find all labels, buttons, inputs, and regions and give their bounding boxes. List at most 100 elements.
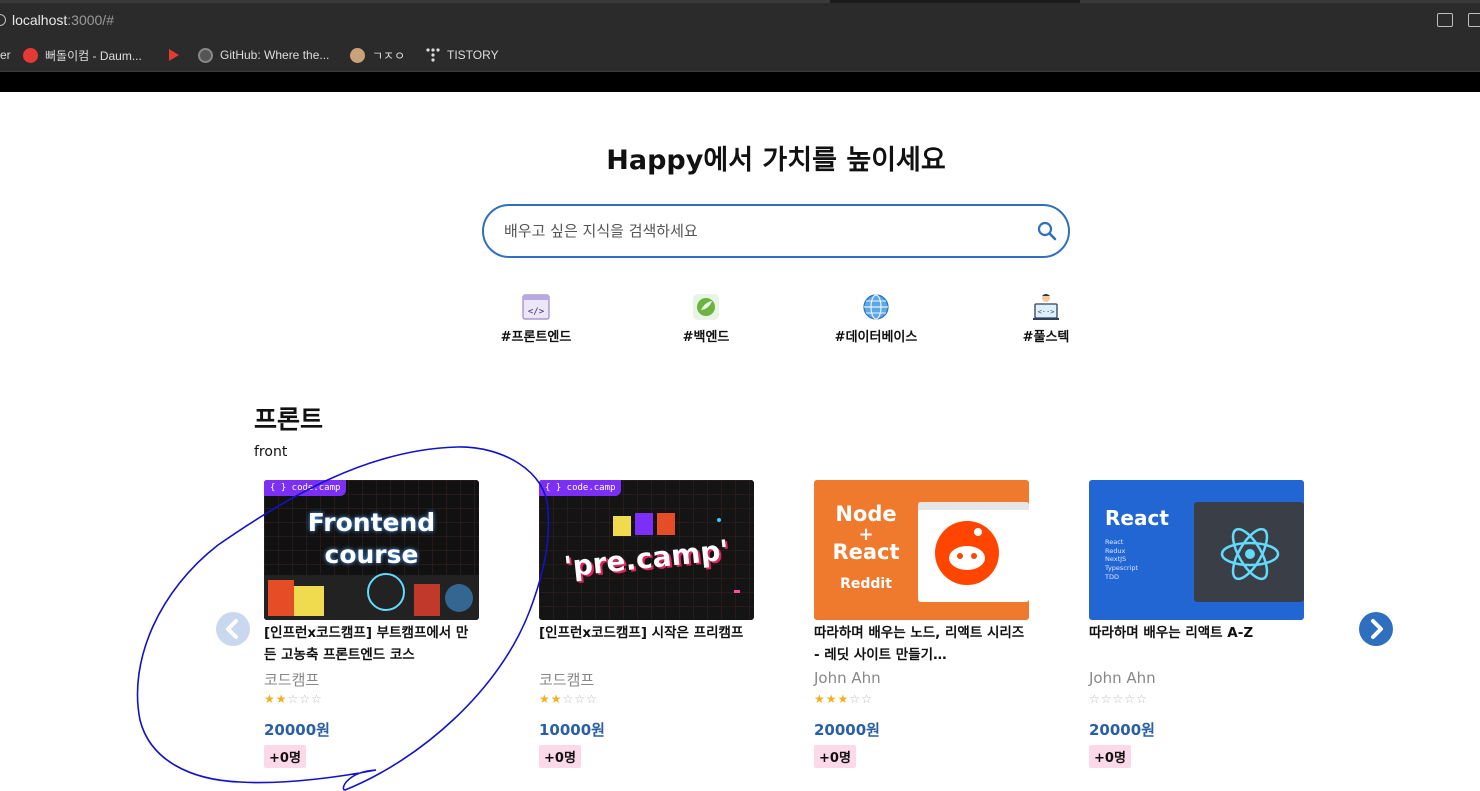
star-empty-icon: ☆ bbox=[287, 692, 300, 706]
page-top-bar bbox=[0, 72, 1480, 92]
course-title[interactable]: 따라하며 배우는 노드, 리액트 시리즈 - 레딧 사이트 만들기… bbox=[814, 622, 1029, 666]
bookmark-item[interactable]: ㄱㅈㅇ bbox=[350, 46, 405, 64]
bookmark-label: ㄱㅈㅇ bbox=[372, 48, 406, 63]
thumbnail-topic-list: React Redux NextJS Typescript TDD bbox=[1105, 538, 1138, 582]
bookmarks-bar: er 뻐돌이컴 - Daum... GitHub: Where the... ㄱ… bbox=[0, 38, 1480, 72]
topic-item: TDD bbox=[1105, 572, 1119, 581]
globe-icon bbox=[863, 294, 889, 320]
star-filled-icon: ★ bbox=[275, 692, 288, 706]
youtube-play-icon bbox=[169, 49, 179, 61]
student-count-badge: +0명 bbox=[264, 745, 306, 768]
daum-icon bbox=[23, 47, 38, 63]
github-icon bbox=[198, 47, 213, 63]
page-title: Happy에서 가치를 높이세요 bbox=[606, 145, 946, 176]
tistory-icon bbox=[426, 48, 440, 62]
category-label: #백엔드 bbox=[682, 330, 730, 345]
course-thumbnail[interactable]: Node + React Reddit bbox=[814, 480, 1029, 620]
browser-tab[interactable] bbox=[0, 0, 830, 3]
course-thumbnail[interactable]: { } code.camp Frontend course bbox=[264, 480, 479, 620]
svg-text:</>: </> bbox=[528, 307, 545, 317]
star-empty-icon: ☆ bbox=[849, 692, 862, 706]
star-filled-icon: ★ bbox=[814, 692, 826, 706]
star-empty-icon: ☆ bbox=[311, 692, 323, 706]
category-label: #풀스텍 bbox=[1022, 330, 1070, 345]
bookmark-label: GitHub: Where the... bbox=[220, 48, 330, 62]
course-card[interactable]: { } code.camp 'pre.camp' [인프런x코드캠프] 시작은 … bbox=[539, 480, 754, 768]
star-filled-icon: ★ bbox=[550, 692, 563, 706]
url-host: localhost bbox=[12, 12, 68, 28]
course-price: 20000원 bbox=[264, 721, 330, 739]
search-input[interactable] bbox=[504, 206, 1024, 256]
browser-tab[interactable] bbox=[1080, 0, 1480, 3]
course-thumbnail[interactable]: React React Redux NextJS Typescript TDD bbox=[1089, 480, 1304, 620]
rating-stars: ★★☆☆☆ bbox=[539, 692, 754, 710]
star-empty-icon: ☆ bbox=[1112, 692, 1125, 706]
course-price: 20000원 bbox=[1089, 721, 1155, 739]
search-icon[interactable] bbox=[1036, 220, 1058, 242]
chevron-left-icon bbox=[226, 619, 238, 639]
carousel-prev-button[interactable] bbox=[216, 612, 250, 646]
star-empty-icon: ☆ bbox=[586, 692, 598, 706]
browser-mockup bbox=[918, 502, 1029, 602]
course-title[interactable]: [인프런x코드캠프] 시작은 프리캠프 bbox=[539, 622, 754, 666]
category-label: #데이터베이스 bbox=[834, 330, 918, 345]
course-card[interactable]: React React Redux NextJS Typescript TDD … bbox=[1089, 480, 1304, 768]
student-count-badge: +0명 bbox=[1089, 745, 1131, 768]
translate-icon[interactable] bbox=[1437, 13, 1453, 27]
thumbnail-text-line2: React bbox=[832, 540, 900, 564]
site-info-icon[interactable] bbox=[0, 14, 6, 26]
star-filled-icon: ★ bbox=[837, 692, 850, 706]
star-empty-icon: ☆ bbox=[1100, 692, 1113, 706]
tab-strip bbox=[0, 0, 1480, 3]
thumbnail-badge: { } code.camp bbox=[264, 480, 347, 496]
category-frontend[interactable]: </> #프론트엔드 bbox=[481, 292, 591, 345]
thumbnail-text-line1: React bbox=[1105, 506, 1169, 530]
section-subtitle: front bbox=[254, 444, 288, 460]
category-backend[interactable]: #백엔드 bbox=[651, 292, 761, 345]
course-thumbnail[interactable]: { } code.camp 'pre.camp' bbox=[539, 480, 754, 620]
course-author: 코드캠프 bbox=[539, 671, 595, 689]
rating-stars: ★★☆☆☆ bbox=[264, 692, 479, 710]
course-title[interactable]: [인프런x코드캠프] 부트캠프에서 만든 고농축 프론트엔드 코스 bbox=[264, 622, 479, 666]
star-filled-icon: ★ bbox=[539, 692, 551, 706]
star-filled-icon: ★ bbox=[825, 692, 838, 706]
reddit-logo-icon bbox=[935, 521, 999, 585]
react-logo-icon bbox=[1220, 527, 1280, 581]
thumbnail-subtext: Reddit bbox=[840, 576, 892, 592]
bookmark-item[interactable]: 뻐돌이컴 - Daum... bbox=[23, 46, 142, 64]
course-card[interactable]: Node + React Reddit 따라하며 배우는 노드, 리액트 시리즈… bbox=[814, 480, 1029, 768]
topic-item: Typescript bbox=[1105, 564, 1139, 573]
star-empty-icon: ☆ bbox=[562, 692, 575, 706]
section-title: 프론트 bbox=[254, 405, 324, 434]
editor-mockup bbox=[1194, 502, 1304, 602]
address-bar[interactable]: localhost:3000/# bbox=[12, 12, 114, 28]
star-empty-icon: ☆ bbox=[299, 692, 312, 706]
course-card[interactable]: { } code.camp Frontend course [인프런x코드캠프]… bbox=[264, 480, 479, 768]
bookmark-item[interactable]: er bbox=[0, 46, 11, 64]
thumbnail-badge: { } code.camp bbox=[539, 480, 622, 496]
topic-item: React bbox=[1105, 538, 1124, 546]
category-label: #프론트엔드 bbox=[500, 330, 572, 345]
student-count-badge: +0명 bbox=[814, 745, 856, 768]
carousel-next-button[interactable] bbox=[1359, 612, 1393, 646]
bookmark-item[interactable]: GitHub: Where the... bbox=[198, 46, 329, 64]
course-author: John Ahn bbox=[814, 669, 881, 687]
star-empty-icon: ☆ bbox=[1136, 692, 1148, 706]
code-window-icon: </> bbox=[522, 294, 550, 320]
star-empty-icon: ☆ bbox=[1124, 692, 1137, 706]
bookmark-item[interactable]: TISTORY bbox=[426, 46, 499, 64]
bookmark-item[interactable] bbox=[168, 46, 180, 64]
rating-stars: ★★★☆☆ bbox=[814, 692, 1029, 710]
thumbnail-text-line1: Node bbox=[835, 502, 897, 526]
category-database[interactable]: #데이터베이스 bbox=[821, 292, 931, 345]
topic-item: NextJS bbox=[1105, 555, 1127, 564]
share-icon[interactable] bbox=[1468, 13, 1480, 27]
profile-avatar-icon bbox=[350, 47, 365, 63]
bookmark-label: TISTORY bbox=[447, 48, 499, 62]
course-author: 코드캠프 bbox=[264, 671, 320, 689]
star-filled-icon: ★ bbox=[264, 692, 276, 706]
bookmark-label: er bbox=[0, 48, 11, 62]
course-author: John Ahn bbox=[1089, 669, 1156, 687]
course-title[interactable]: 따라하며 배우는 리액트 A-Z bbox=[1089, 622, 1304, 666]
category-fullstack[interactable]: <··> #풀스텍 bbox=[991, 292, 1101, 345]
